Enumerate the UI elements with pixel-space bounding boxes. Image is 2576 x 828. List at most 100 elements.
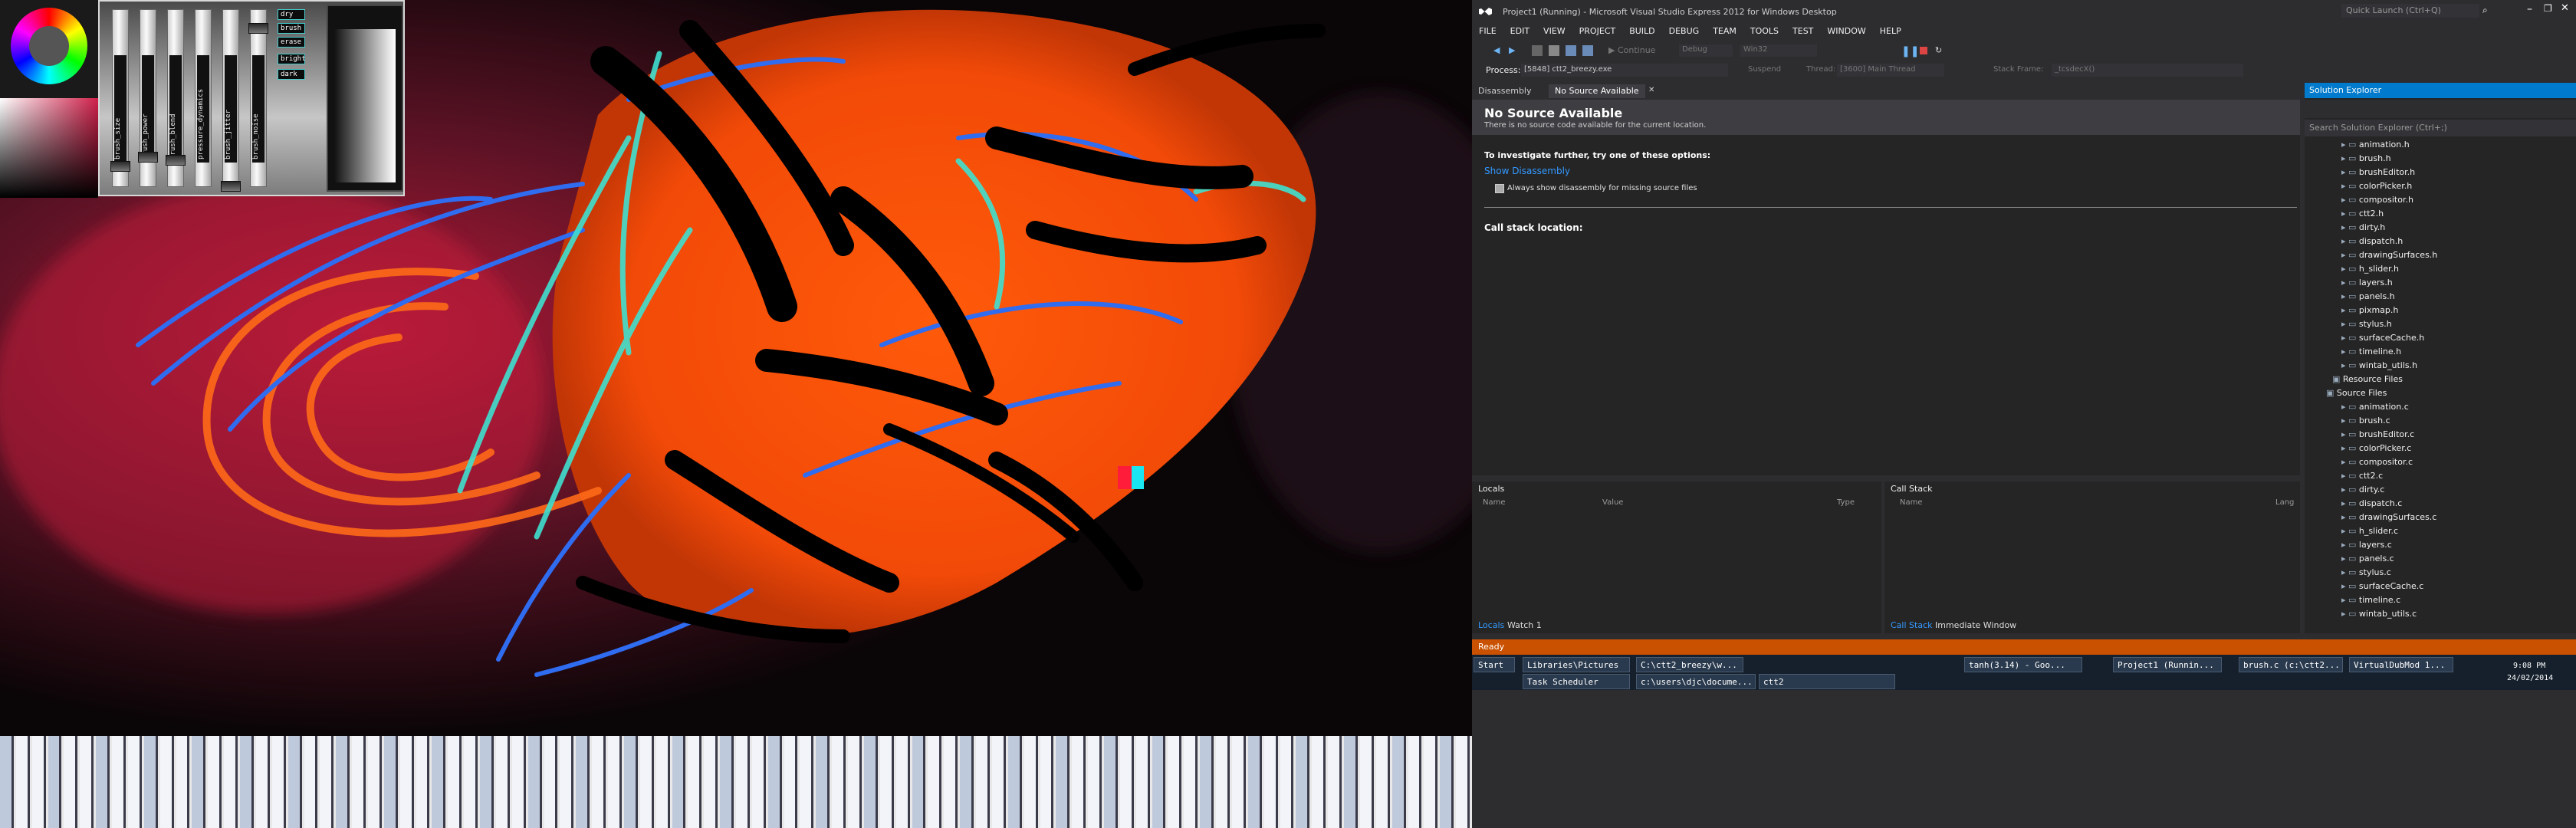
new-project-icon[interactable] (1532, 45, 1543, 56)
menu-debug[interactable]: DEBUG (1662, 23, 1707, 39)
tree-item-header-file[interactable]: ▸ ▭ timeline.h (2341, 347, 2401, 360)
timeline-frame[interactable] (1231, 736, 1246, 828)
timeline-frame[interactable] (0, 736, 14, 828)
timeline-frame[interactable] (1424, 736, 1438, 828)
timeline-frame[interactable] (576, 736, 590, 828)
configuration-dropdown[interactable]: Debug (1679, 44, 1733, 57)
taskbar-virtualdubmod[interactable]: VirtualDubMod 1... (2349, 657, 2453, 672)
timeline-frame[interactable] (1440, 736, 1454, 828)
always-show-disassembly-checkbox[interactable] (1495, 184, 1504, 193)
show-disassembly-link[interactable]: Show Disassembly (1484, 166, 1570, 176)
timeline-frame[interactable] (1135, 736, 1150, 828)
timeline-frame[interactable] (1263, 736, 1278, 828)
timeline-frame[interactable] (1216, 736, 1230, 828)
timeline-strip[interactable] (0, 736, 1472, 828)
menu-file[interactable]: FILE (1472, 23, 1503, 39)
locals-column-name[interactable]: Name (1483, 498, 1506, 507)
taskbar-libraries-pictures[interactable]: Libraries\Pictures (1523, 657, 1630, 672)
menu-build[interactable]: BUILD (1622, 23, 1661, 39)
timeline-frame[interactable] (48, 736, 62, 828)
tab-locals[interactable]: Locals (1478, 620, 1504, 630)
timeline-frame[interactable] (656, 736, 670, 828)
tree-item-header-file[interactable]: ▸ ▭ wintab_utils.h (2341, 360, 2417, 374)
timeline-frame[interactable] (800, 736, 814, 828)
timeline-frame[interactable] (511, 736, 526, 828)
timeline-frame[interactable] (608, 736, 622, 828)
timeline-frame[interactable] (96, 736, 110, 828)
tree-item-source-file[interactable]: ▸ ▭ h_slider.c (2341, 526, 2398, 540)
timeline-frame[interactable] (784, 736, 798, 828)
tree-item-source-file[interactable]: ▸ ▭ stylus.c (2341, 567, 2391, 581)
locals-column-type[interactable]: Type (1837, 498, 1855, 507)
timeline-frame[interactable] (112, 736, 126, 828)
clock-date[interactable]: 24/02/2014 (2507, 674, 2553, 682)
timeline-frame[interactable] (192, 736, 206, 828)
menu-team[interactable]: TEAM (1706, 23, 1743, 39)
tree-item-source-files[interactable]: ▣ Source Files (2326, 388, 2387, 402)
taskbar-ctt2[interactable]: ctt2 (1759, 674, 1895, 689)
timeline-frame[interactable] (255, 736, 270, 828)
timeline-frame[interactable] (623, 736, 638, 828)
timeline-frame[interactable] (1088, 736, 1102, 828)
timeline-frame[interactable] (848, 736, 862, 828)
tree-item-header-file[interactable]: ▸ ▭ drawingSurfaces.h (2341, 250, 2437, 264)
timeline-frame[interactable] (352, 736, 366, 828)
tree-item-source-file[interactable]: ▸ ▭ brush.c (2341, 416, 2390, 429)
mode-dry-button[interactable]: dry (278, 9, 305, 20)
timeline-frame[interactable] (143, 736, 158, 828)
timeline-frame[interactable] (976, 736, 990, 828)
timeline-frame[interactable] (480, 736, 494, 828)
close-button[interactable]: ✕ (2561, 2, 2569, 14)
timeline-frame[interactable] (1247, 736, 1262, 828)
tree-item-header-file[interactable]: ▸ ▭ compositor.h (2341, 195, 2413, 209)
timeline-frame[interactable] (80, 736, 94, 828)
timeline-frame[interactable] (1312, 736, 1326, 828)
suspend-button[interactable]: Suspend (1748, 65, 1781, 74)
timeline-frame[interactable] (271, 736, 286, 828)
tree-item-source-file[interactable]: ▸ ▭ wintab_utils.c (2341, 609, 2417, 623)
callstack-column-name[interactable]: Name (1900, 498, 1923, 507)
timeline-frame[interactable] (879, 736, 894, 828)
timeline-frame[interactable] (1152, 736, 1166, 828)
timeline-frame[interactable] (399, 736, 414, 828)
quick-launch-input[interactable]: Quick Launch (Ctrl+Q) (2341, 4, 2479, 18)
timeline-frame[interactable] (15, 736, 30, 828)
saturation-value-square[interactable] (0, 98, 98, 198)
timeline-frame[interactable] (944, 736, 958, 828)
timeline-frame[interactable] (224, 736, 238, 828)
timeline-frame[interactable] (592, 736, 606, 828)
tree-item-source-file[interactable]: ▸ ▭ dispatch.c (2341, 498, 2402, 512)
platform-dropdown[interactable]: Win32 (1740, 44, 1817, 57)
mode-erase-button[interactable]: erase (278, 37, 305, 48)
forward-icon[interactable]: ▶ (1509, 45, 1520, 56)
timeline-frame[interactable] (1024, 736, 1038, 828)
timeline-frame[interactable] (320, 736, 334, 828)
menu-window[interactable]: WINDOW (1820, 23, 1872, 39)
tree-item-header-file[interactable]: ▸ ▭ panels.h (2341, 291, 2395, 305)
timeline-frame[interactable] (767, 736, 782, 828)
timeline-frame[interactable] (304, 736, 318, 828)
tree-item-header-file[interactable]: ▸ ▭ brushEditor.h (2341, 167, 2415, 181)
timeline-frame[interactable] (159, 736, 174, 828)
solution-search-input[interactable]: Search Solution Explorer (Ctrl+;) (2305, 120, 2576, 136)
timeline-frame[interactable] (720, 736, 734, 828)
tree-item-source-file[interactable]: ▸ ▭ compositor.c (2341, 457, 2413, 471)
callstack-column-lang[interactable]: Lang (2275, 498, 2294, 507)
tree-item-header-file[interactable]: ▸ ▭ surfaceCache.h (2341, 333, 2424, 347)
thread-dropdown[interactable]: [3600] Main Thread (1837, 64, 1944, 77)
stack-frame-dropdown[interactable]: _tcsdecX() (2052, 64, 2243, 77)
maximize-button[interactable]: ❐ (2544, 3, 2552, 14)
timeline-frame[interactable] (895, 736, 910, 828)
timeline-frame[interactable] (832, 736, 846, 828)
timeline-frame[interactable] (383, 736, 398, 828)
tree-item-source-file[interactable]: ▸ ▭ colorPicker.c (2341, 443, 2411, 457)
brush-jitter-thumb[interactable] (221, 181, 241, 192)
timeline-frame[interactable] (751, 736, 766, 828)
timeline-frame[interactable] (1328, 736, 1342, 828)
search-icon[interactable]: ⌕ (2482, 5, 2488, 16)
brush-size-thumb[interactable] (110, 161, 130, 172)
locals-column-value[interactable]: Value (1602, 498, 1623, 507)
process-dropdown[interactable]: [5848] ctt2_breezy.exe (1521, 64, 1728, 77)
timeline-frame[interactable] (1200, 736, 1214, 828)
timeline-frame[interactable] (704, 736, 718, 828)
